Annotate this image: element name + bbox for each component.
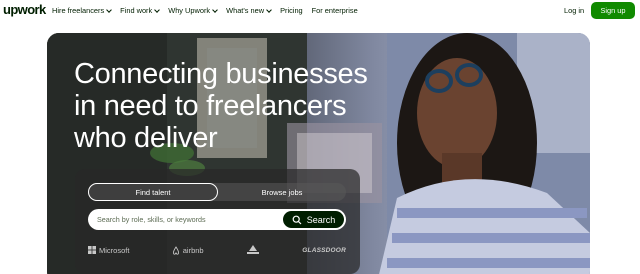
brand-airbnb: airbnb <box>172 246 204 255</box>
trusted-by-logos: Microsoft airbnb GLASSDOOR <box>88 243 346 257</box>
top-nav: upwork Hire freelancers Find work Why Up… <box>0 0 640 22</box>
hero-banner: Connecting businesses in need to freelan… <box>47 33 590 274</box>
headline-line-1: Connecting businesses <box>74 58 368 90</box>
menu-find-work[interactable]: Find work <box>120 6 161 15</box>
menu-label: What's new <box>226 6 265 15</box>
chevron-down-icon <box>154 6 161 13</box>
menu-label: Why Upwork <box>168 6 211 15</box>
menu-pricing[interactable]: Pricing <box>280 6 303 15</box>
headline-line-2: in need to freelancers <box>74 90 347 122</box>
search-input[interactable] <box>97 213 277 226</box>
bissell-icon <box>246 245 259 254</box>
menu-for-enterprise[interactable]: For enterprise <box>312 6 358 15</box>
main-menu: Hire freelancers Find work Why Upwork Wh… <box>52 6 367 15</box>
brand-glassdoor: GLASSDOOR <box>302 246 346 254</box>
menu-label: Hire freelancers <box>52 6 105 15</box>
upwork-logo[interactable]: upwork <box>3 2 46 17</box>
menu-label: Pricing <box>280 6 303 15</box>
tab-browse-jobs[interactable]: Browse jobs <box>218 183 346 201</box>
brand-name: airbnb <box>182 245 204 255</box>
search-button[interactable]: Search <box>283 211 344 228</box>
menu-why-upwork[interactable]: Why Upwork <box>168 6 218 15</box>
search-icon <box>292 215 302 224</box>
menu-label: For enterprise <box>311 6 358 15</box>
menu-hire-freelancers[interactable]: Hire freelancers <box>52 6 113 15</box>
login-link[interactable]: Log in <box>564 6 584 15</box>
menu-label: Find work <box>120 6 153 15</box>
headline-line-3: who deliver <box>74 122 218 154</box>
chevron-down-icon <box>266 6 272 13</box>
search-mode-tabs: Find talent Browse jobs <box>88 183 346 201</box>
chevron-down-icon <box>106 6 113 13</box>
microsoft-icon <box>88 246 96 254</box>
airbnb-icon <box>172 245 179 255</box>
chevron-down-icon <box>212 6 218 13</box>
search-bar: Search <box>88 209 346 230</box>
search-panel: Find talent Browse jobs Search by role, … <box>75 169 360 274</box>
brand-bissell <box>246 245 260 255</box>
hero-headline: Connecting businesses in need to freelan… <box>74 58 414 154</box>
brand-name: Microsoft <box>99 245 130 255</box>
search-button-label: Search <box>306 214 336 225</box>
menu-whats-new[interactable]: What's new <box>226 6 272 15</box>
brand-microsoft: Microsoft <box>88 246 129 255</box>
signup-button[interactable]: Sign up <box>591 2 635 19</box>
tab-find-talent[interactable]: Find talent <box>88 183 218 201</box>
